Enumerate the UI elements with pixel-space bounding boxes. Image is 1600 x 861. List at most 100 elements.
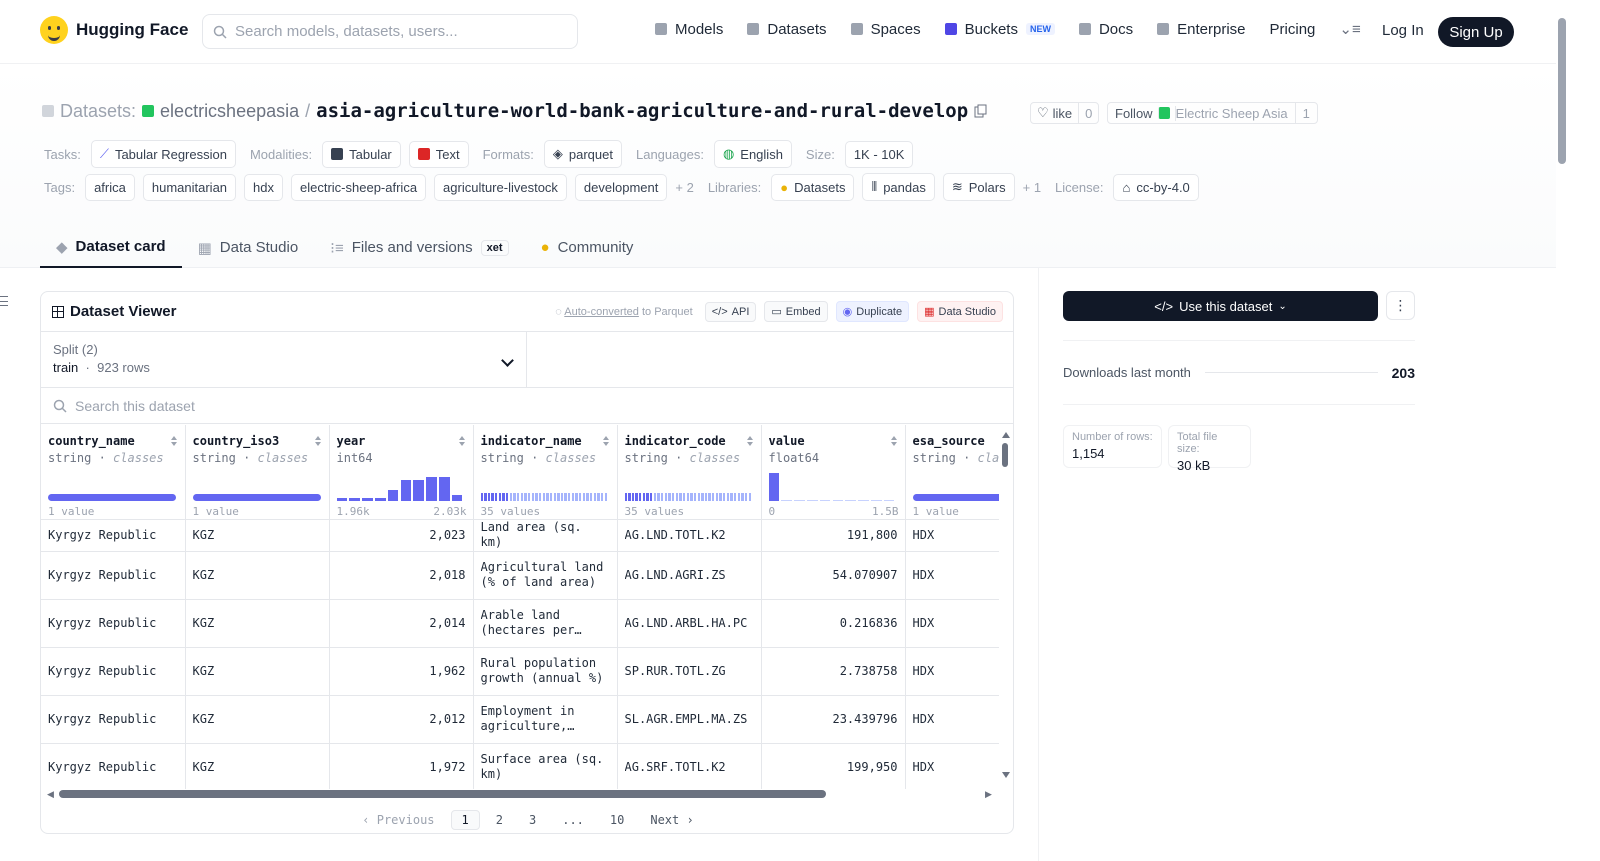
histogram-bar[interactable] xyxy=(593,493,597,501)
page-scrollbar[interactable] xyxy=(1556,0,1570,861)
tags-more[interactable]: + 2 xyxy=(675,180,693,195)
histogram-bar[interactable] xyxy=(520,493,524,501)
histogram-bar[interactable] xyxy=(535,493,538,501)
histogram-bar[interactable] xyxy=(387,490,399,501)
embed-button[interactable]: ▭ Embed xyxy=(764,301,828,322)
nav-enterprise[interactable]: Enterprise xyxy=(1157,21,1246,38)
histogram-bar[interactable] xyxy=(858,500,869,501)
histogram-bar[interactable] xyxy=(701,493,704,501)
dataset-search[interactable] xyxy=(41,388,1013,424)
histogram-bar[interactable] xyxy=(506,493,509,501)
like-button[interactable]: ♡ like 0 xyxy=(1030,102,1100,124)
histogram-bar[interactable] xyxy=(737,493,741,501)
scroll-left-icon[interactable]: ◀ xyxy=(47,789,54,800)
histogram-bar[interactable] xyxy=(657,493,660,501)
page-1[interactable]: 1 xyxy=(450,810,480,830)
scroll-thumb[interactable] xyxy=(59,790,826,798)
vertical-scrollbar[interactable] xyxy=(1002,432,1010,778)
histogram-bar[interactable] xyxy=(704,493,708,501)
histogram-bar[interactable] xyxy=(690,493,693,501)
histogram-bar[interactable] xyxy=(564,493,567,501)
table-row[interactable]: Kyrgyz Republic KGZ 2,014 Arable land (hect… xyxy=(41,599,999,648)
histogram-bar[interactable] xyxy=(48,494,176,501)
login-link[interactable]: Log In xyxy=(1382,22,1424,39)
histogram-bar[interactable] xyxy=(531,493,534,501)
histogram-bar[interactable] xyxy=(806,500,818,501)
nav-docs[interactable]: Docs xyxy=(1078,21,1133,38)
histogram-bar[interactable] xyxy=(832,500,844,501)
page-10[interactable]: 10 xyxy=(600,811,634,829)
more-options-button[interactable]: ⋮ xyxy=(1386,291,1415,320)
sort-icon[interactable] xyxy=(170,436,178,446)
page-2[interactable]: 2 xyxy=(486,811,513,829)
histogram-bar[interactable] xyxy=(668,493,671,501)
histogram-bar[interactable] xyxy=(719,493,722,501)
histogram-bar[interactable] xyxy=(794,500,805,501)
column-header[interactable]: esa_sourcestring · classes 1 value xyxy=(905,425,999,520)
histogram-bar[interactable] xyxy=(723,493,726,501)
modality-chip-tabular[interactable]: Tabular xyxy=(322,140,401,168)
column-header[interactable]: value float64 0 1.5B xyxy=(761,425,906,520)
nav-spaces[interactable]: Spaces xyxy=(850,21,921,38)
table-row[interactable]: Kyrgyz Republic KGZ 2,012 Employment in agr… xyxy=(41,695,999,744)
global-search[interactable] xyxy=(202,14,578,49)
histogram-bar[interactable] xyxy=(693,493,697,501)
sort-icon[interactable] xyxy=(890,436,898,446)
histogram-bar[interactable] xyxy=(819,500,831,501)
prev-page[interactable]: ‹ Previous xyxy=(352,811,444,829)
histogram-bar[interactable] xyxy=(484,493,487,501)
task-chip[interactable]: ⟋ Tabular Regression xyxy=(90,140,236,168)
histogram-bar[interactable] xyxy=(546,493,549,501)
histogram-bar[interactable] xyxy=(582,493,586,501)
histogram-bar[interactable] xyxy=(628,493,631,501)
tag-chip[interactable]: africa xyxy=(85,173,135,201)
scroll-right-icon[interactable]: ▶ xyxy=(985,789,992,800)
histogram-bar[interactable] xyxy=(646,493,649,501)
histogram-bar[interactable] xyxy=(451,495,463,501)
data-studio-button[interactable]: ▦ Data Studio xyxy=(917,301,1003,322)
histogram-bar[interactable] xyxy=(679,493,682,501)
histogram-bar[interactable] xyxy=(192,494,321,501)
histogram-bar[interactable] xyxy=(675,493,678,501)
next-page[interactable]: Next › xyxy=(640,811,703,829)
histogram-bar[interactable] xyxy=(682,493,686,501)
histogram-bar[interactable] xyxy=(527,493,531,501)
histogram-bar[interactable] xyxy=(413,480,425,501)
histogram-bar[interactable] xyxy=(586,493,589,501)
histogram-bar[interactable] xyxy=(349,498,361,501)
histogram-bar[interactable] xyxy=(362,498,373,501)
sidebar-toggle-icon[interactable] xyxy=(0,296,8,306)
table-row[interactable]: Kyrgyz Republic KGZ 2,023 Land area (sq. km… xyxy=(41,519,999,552)
global-search-input[interactable] xyxy=(235,23,555,40)
tab-files-and-versions[interactable]: ⁝≡ Files and versions xet xyxy=(314,227,524,268)
histogram-bar[interactable] xyxy=(639,493,642,501)
tab-community[interactable]: ● Community xyxy=(525,227,650,268)
language-chip[interactable]: ◍ English xyxy=(713,140,792,168)
nav-datasets[interactable]: Datasets xyxy=(747,21,827,38)
tab-data-studio[interactable]: ▦ Data Studio xyxy=(182,227,315,268)
duplicate-button[interactable]: ◉ Duplicate xyxy=(835,301,910,322)
sort-icon[interactable] xyxy=(746,436,754,446)
nav-more-menu[interactable]: ⌄≡ xyxy=(1339,20,1360,38)
histogram-bar[interactable] xyxy=(502,493,505,501)
brand-logo[interactable]: Hugging Face xyxy=(40,16,188,44)
histogram-bar[interactable] xyxy=(883,500,895,501)
copy-icon[interactable] xyxy=(974,104,988,118)
histogram-bar[interactable] xyxy=(498,493,502,501)
org-link[interactable]: electricsheepasia xyxy=(160,101,299,122)
library-chip-datasets[interactable]: ● Datasets xyxy=(771,173,855,201)
histogram-bar[interactable] xyxy=(579,493,582,501)
histogram-bar[interactable] xyxy=(744,493,748,501)
histogram-bar[interactable] xyxy=(400,480,412,501)
histogram-bar[interactable] xyxy=(560,493,564,501)
histogram-bar[interactable] xyxy=(597,493,600,501)
histogram-bar[interactable] xyxy=(697,493,700,501)
histogram-bar[interactable] xyxy=(734,493,737,501)
follow-button[interactable]: Follow Electric Sheep Asia 1 xyxy=(1107,102,1318,124)
histogram-bar[interactable] xyxy=(845,500,857,501)
histogram-bar[interactable] xyxy=(590,493,593,501)
table-row[interactable]: Kyrgyz Republic KGZ 2,018 Agricultural land… xyxy=(41,551,999,600)
histogram-bar[interactable] xyxy=(374,498,386,501)
sort-icon[interactable] xyxy=(314,436,322,446)
histogram-bar[interactable] xyxy=(686,493,689,501)
